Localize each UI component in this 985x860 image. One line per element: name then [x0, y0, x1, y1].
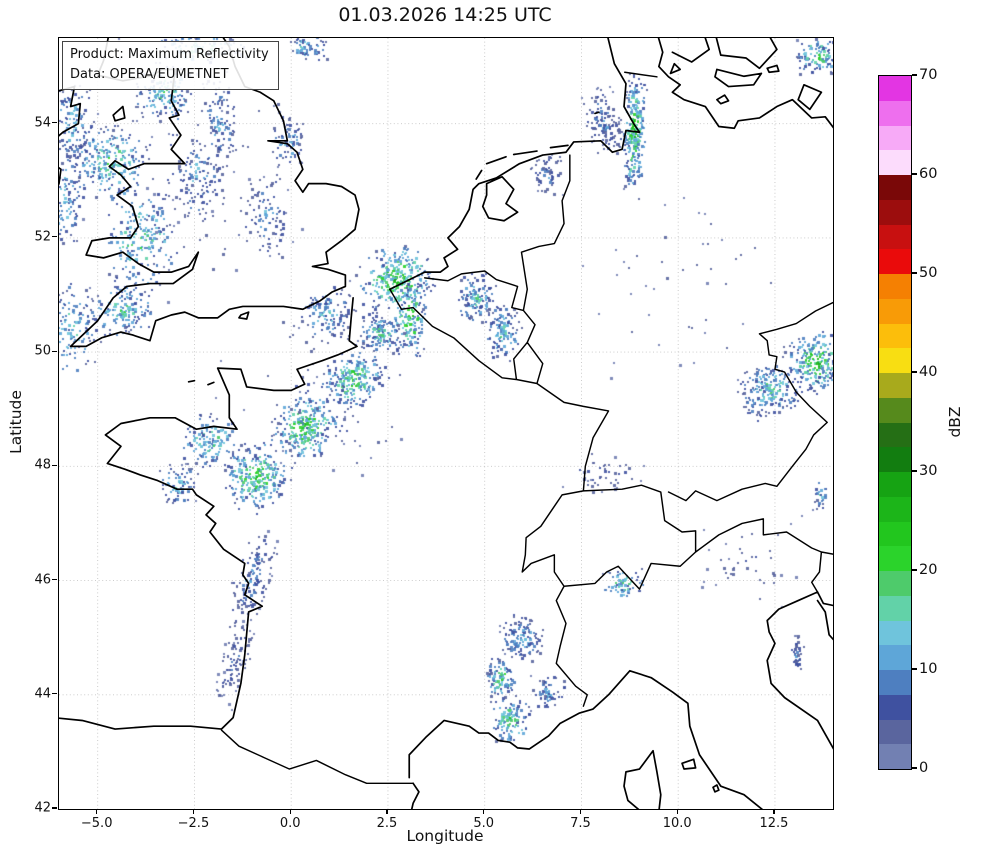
y-tick — [52, 693, 57, 695]
colorbar-tick-label: 30 — [919, 463, 938, 479]
colorbar-segment — [879, 372, 911, 398]
colorbar-tick — [911, 569, 917, 571]
y-tick-label: 50 — [34, 343, 51, 359]
y-tick — [52, 236, 57, 238]
coastlines-layer — [59, 38, 833, 809]
colorbar-segment — [879, 743, 911, 769]
x-tick — [676, 809, 678, 814]
y-tick-label: 48 — [34, 457, 51, 473]
country-borders-path — [222, 72, 833, 783]
colorbar-tick — [911, 74, 917, 76]
y-tick — [52, 350, 57, 352]
colorbar-tick — [911, 767, 917, 769]
colorbar-segment — [879, 669, 911, 695]
colorbar-segment — [879, 422, 911, 448]
y-tick-label: 54 — [34, 115, 51, 131]
colorbar-tick-label: 40 — [919, 364, 938, 380]
colorbar-segment — [879, 719, 911, 745]
x-tick — [483, 809, 485, 814]
colorbar — [878, 75, 912, 770]
colorbar-segment — [879, 75, 911, 101]
coastline-path — [59, 38, 833, 809]
y-tick — [52, 578, 57, 581]
y-tick — [52, 807, 57, 809]
colorbar-tick — [911, 371, 917, 373]
x-tick — [96, 809, 98, 814]
info-box-data-line: Data: OPERA/EUMETNET — [70, 66, 229, 82]
colorbar-segment — [879, 595, 911, 621]
colorbar-segment — [879, 496, 911, 522]
colorbar-tick-label: 0 — [919, 760, 929, 776]
colorbar-segment — [879, 570, 911, 596]
x-tick — [773, 809, 775, 814]
y-tick-label: 52 — [34, 229, 51, 245]
colorbar-segment — [879, 298, 911, 324]
x-tick — [192, 809, 195, 814]
y-axis-label: Latitude — [7, 390, 25, 454]
colorbar-tick-label: 70 — [919, 67, 938, 83]
colorbar-segment — [879, 323, 911, 349]
colorbar-segment — [879, 273, 911, 299]
colorbar-segment — [879, 199, 911, 225]
x-axis-label: Longitude — [406, 827, 484, 845]
colorbar-tick — [911, 173, 917, 175]
colorbar-segment — [879, 248, 911, 274]
y-tick-label: 44 — [34, 686, 51, 702]
colorbar-segment — [879, 521, 911, 547]
x-tick — [289, 809, 291, 814]
x-tick — [386, 809, 388, 814]
colorbar-label: dBZ — [946, 406, 964, 438]
colorbar-segment — [879, 149, 911, 175]
colorbar-tick — [911, 470, 917, 472]
colorbar-segment — [879, 397, 911, 423]
colorbar-segment — [879, 694, 911, 720]
colorbar-segment — [879, 125, 911, 151]
colorbar-segment — [879, 174, 911, 200]
info-box-product-line: Product: Maximum Reflectivity — [70, 47, 269, 62]
colorbar-tick — [911, 272, 917, 274]
colorbar-segment — [879, 620, 911, 646]
colorbar-segment — [879, 224, 911, 250]
y-tick — [52, 464, 57, 466]
page-title: 01.03.2026 14:25 UTC — [338, 4, 552, 26]
colorbar-segment — [879, 471, 911, 497]
y-tick-label: 42 — [34, 800, 51, 816]
colorbar-segment — [879, 100, 911, 126]
info-box: Product: Maximum Reflectivity Data: OPER… — [62, 41, 279, 90]
x-tick — [579, 809, 582, 814]
colorbar-tick-label: 10 — [919, 661, 938, 677]
colorbar-tick-label: 50 — [919, 265, 938, 281]
colorbar-tick — [911, 668, 917, 670]
colorbar-segment — [879, 644, 911, 670]
colorbar-tick-label: 20 — [919, 562, 938, 578]
radar-map-figure: 01.03.2026 14:25 UTC Product: Maximum Re… — [0, 0, 985, 860]
colorbar-segment — [879, 446, 911, 472]
colorbar-segment — [879, 347, 911, 373]
y-tick — [52, 122, 57, 124]
colorbar-tick-label: 60 — [919, 166, 938, 182]
y-tick-label: 46 — [34, 572, 51, 588]
colorbar-segment — [879, 545, 911, 571]
map-plot-area: Product: Maximum Reflectivity Data: OPER… — [58, 37, 834, 810]
